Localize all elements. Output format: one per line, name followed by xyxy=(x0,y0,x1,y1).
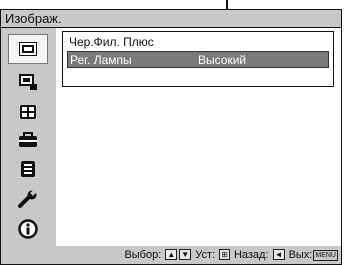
settings-list: Чер.Фил. Плюс Рег. Лампы Высокий xyxy=(62,31,334,87)
arrow-down-key-icon: ▼ xyxy=(179,249,192,260)
setting-label: Чер.Фил. Плюс xyxy=(69,35,154,49)
sidebar-item-installation[interactable] xyxy=(14,188,42,210)
back-hint-label: Назад: xyxy=(233,249,269,261)
info-icon xyxy=(18,219,38,239)
select-hint-label: Выбор: xyxy=(124,249,162,261)
picture-icon xyxy=(19,42,37,56)
sidebar-item-setup[interactable] xyxy=(14,129,42,151)
setting-label: Рег. Лампы xyxy=(70,53,132,67)
setup-icon xyxy=(19,132,37,147)
enter-key-icon: ⊞ xyxy=(219,249,230,260)
sidebar-item-picture-settings[interactable] xyxy=(14,71,42,93)
picture-setting-icon xyxy=(19,74,37,90)
set-hint-label: Уст: xyxy=(195,249,216,261)
sidebar-item-picture[interactable] xyxy=(8,34,48,64)
menu-sidebar xyxy=(0,28,56,246)
menu-key-badge: MENU xyxy=(313,250,338,261)
exit-hint-label: Вых: xyxy=(288,249,313,261)
menu-header: Изображ. xyxy=(0,9,342,28)
key-guide-footer: Выбор: ▲ ▼ Уст: ⊞ Назад: ◄ Вых: MENU xyxy=(0,246,342,265)
setting-value: Высокий xyxy=(198,53,247,67)
arrow-up-key-icon: ▲ xyxy=(165,249,178,260)
wrench-icon xyxy=(18,190,37,208)
function-icon xyxy=(21,161,35,177)
sidebar-item-screen[interactable] xyxy=(14,101,42,123)
menu-title: Изображ. xyxy=(5,11,62,26)
settings-row[interactable]: Чер.Фил. Плюс xyxy=(67,34,329,51)
sidebar-item-information[interactable] xyxy=(14,218,42,240)
sidebar-item-function[interactable] xyxy=(14,158,42,180)
screen-icon xyxy=(20,105,36,119)
arrow-left-key-icon: ◄ xyxy=(272,249,285,260)
settings-row-selected[interactable]: Рег. Лампы Высокий xyxy=(67,51,329,68)
